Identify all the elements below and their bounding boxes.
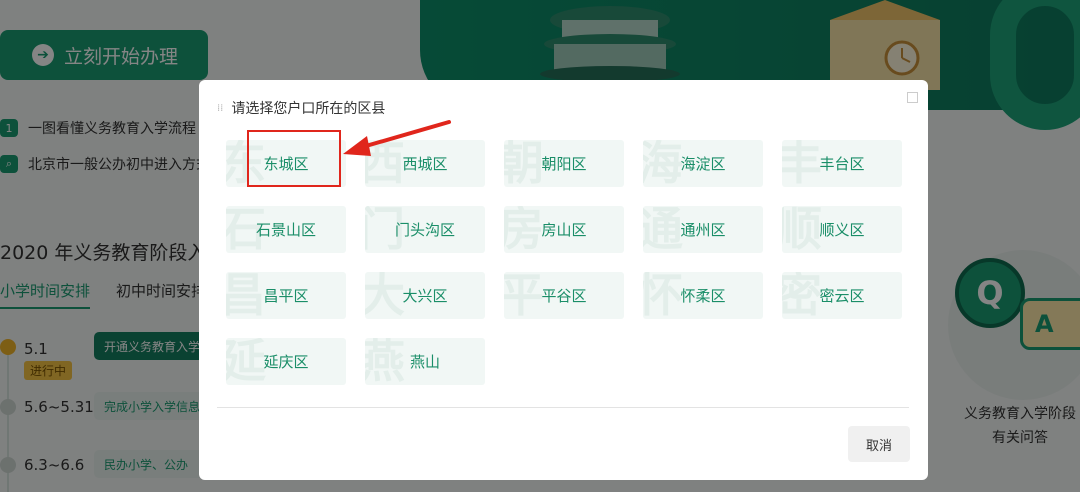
district-watermark: 密	[782, 272, 822, 319]
district-changping[interactable]: 昌昌平区	[226, 272, 346, 319]
district-label: 延庆区	[263, 353, 309, 371]
district-label: 石景山区	[255, 221, 316, 239]
district-dongcheng[interactable]: 东东城区	[226, 140, 346, 187]
district-tongzhou[interactable]: 通通州区	[643, 206, 763, 253]
dialog-title-text: 请选择您户口所在的区县	[231, 101, 386, 117]
district-label: 朝阳区	[541, 155, 587, 173]
district-yanshan[interactable]: 燕燕山	[365, 338, 485, 385]
district-grid: 东东城区 西西城区 朝朝阳区 海海淀区 丰丰台区 石石景山区 门门头沟区 房房山…	[226, 140, 906, 385]
district-label: 燕山	[409, 353, 440, 371]
district-label: 顺义区	[819, 221, 865, 239]
district-haidian[interactable]: 海海淀区	[643, 140, 763, 187]
district-miyun[interactable]: 密密云区	[782, 272, 902, 319]
district-watermark: 平	[504, 272, 544, 319]
district-fengtai[interactable]: 丰丰台区	[782, 140, 902, 187]
district-watermark: 延	[226, 338, 266, 385]
district-yanqing[interactable]: 延延庆区	[226, 338, 346, 385]
district-label: 东城区	[263, 155, 309, 173]
district-mentougou[interactable]: 门门头沟区	[365, 206, 485, 253]
district-fangshan[interactable]: 房房山区	[504, 206, 624, 253]
district-watermark: 丰	[782, 140, 822, 187]
district-watermark: 通	[643, 206, 683, 253]
district-watermark: 西	[365, 140, 405, 187]
district-watermark: 房	[504, 206, 544, 253]
district-shijingshan[interactable]: 石石景山区	[226, 206, 346, 253]
district-label: 怀柔区	[680, 287, 726, 305]
dialog-divider	[217, 407, 909, 408]
cancel-button[interactable]: 取消	[848, 426, 910, 462]
district-label: 大兴区	[402, 287, 448, 305]
close-icon[interactable]	[907, 92, 918, 103]
district-daxing[interactable]: 大大兴区	[365, 272, 485, 319]
drag-handle-icon: ⁞⁞	[217, 102, 224, 114]
district-chaoyang[interactable]: 朝朝阳区	[504, 140, 624, 187]
district-watermark: 大	[365, 272, 405, 319]
district-huairou[interactable]: 怀怀柔区	[643, 272, 763, 319]
district-watermark: 昌	[226, 272, 266, 319]
district-watermark: 燕	[365, 338, 405, 385]
district-watermark: 顺	[782, 206, 822, 253]
district-label: 通州区	[680, 221, 726, 239]
district-label: 平谷区	[541, 287, 587, 305]
district-select-dialog: ⁞⁞ 请选择您户口所在的区县 东东城区 西西城区 朝朝阳区 海海淀区 丰丰台区 …	[199, 80, 928, 480]
district-label: 昌平区	[263, 287, 309, 305]
district-shunyi[interactable]: 顺顺义区	[782, 206, 902, 253]
district-label: 丰台区	[819, 155, 865, 173]
district-watermark: 海	[643, 140, 683, 187]
district-label: 门头沟区	[394, 221, 455, 239]
district-label: 海淀区	[680, 155, 726, 173]
district-watermark: 东	[226, 140, 266, 187]
district-xicheng[interactable]: 西西城区	[365, 140, 485, 187]
district-pinggu[interactable]: 平平谷区	[504, 272, 624, 319]
dialog-title: ⁞⁞ 请选择您户口所在的区县	[217, 98, 385, 118]
district-watermark: 怀	[643, 272, 683, 319]
district-label: 西城区	[402, 155, 448, 173]
district-watermark: 朝	[504, 140, 544, 187]
district-label: 密云区	[819, 287, 865, 305]
district-label: 房山区	[541, 221, 587, 239]
